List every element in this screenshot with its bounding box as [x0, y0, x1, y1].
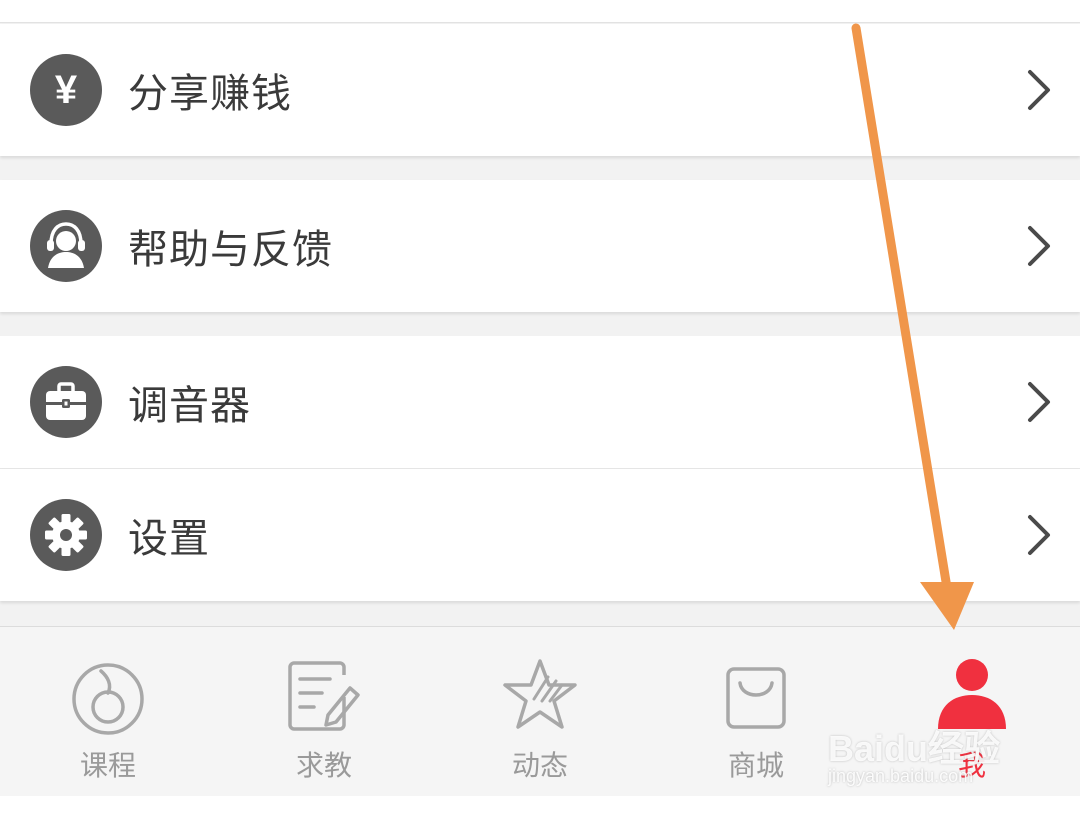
- top-strip: [0, 0, 1080, 23]
- tab-me[interactable]: 我: [864, 627, 1080, 797]
- star-guitar-icon: [503, 659, 577, 729]
- menu-item-label: 调音器: [128, 383, 251, 429]
- tab-ask[interactable]: 求教: [216, 627, 432, 797]
- menu-item-help-feedback[interactable]: 帮助与反馈: [0, 180, 1080, 312]
- edit-note-icon: [288, 661, 360, 731]
- bottom-strip: [0, 796, 1080, 817]
- music-disc-icon: [72, 663, 144, 735]
- menu-item-label: 设置: [128, 516, 210, 562]
- yen-icon: ¥: [30, 54, 102, 126]
- user-icon: [938, 659, 1006, 729]
- tab-label: 我: [957, 749, 986, 782]
- tab-shop[interactable]: 商城: [648, 627, 864, 797]
- tab-feed[interactable]: 动态: [432, 627, 648, 797]
- tab-courses[interactable]: 课程: [0, 627, 216, 797]
- menu-item-label: 分享赚钱: [128, 71, 292, 117]
- headset-support-icon: [30, 210, 102, 282]
- menu-item-share-earn[interactable]: ¥ 分享赚钱: [0, 24, 1080, 156]
- toolbox-icon: [30, 366, 102, 438]
- menu-item-settings[interactable]: 设置: [0, 469, 1080, 601]
- chevron-right-icon: [1028, 70, 1050, 110]
- tab-label: 求教: [295, 749, 352, 782]
- tab-label: 商城: [727, 749, 784, 782]
- tab-label: 课程: [79, 749, 136, 782]
- chevron-right-icon: [1028, 226, 1050, 266]
- chevron-right-icon: [1028, 515, 1050, 555]
- tab-label: 动态: [511, 749, 568, 782]
- gear-icon: [30, 499, 102, 571]
- menu-item-tuner[interactable]: 调音器: [0, 336, 1080, 468]
- bottom-tab-bar: 课程 求教 动态 商城 我: [0, 626, 1080, 797]
- shopping-bag-icon: [726, 667, 786, 729]
- chevron-right-icon: [1028, 382, 1050, 422]
- menu-item-label: 帮助与反馈: [128, 227, 333, 273]
